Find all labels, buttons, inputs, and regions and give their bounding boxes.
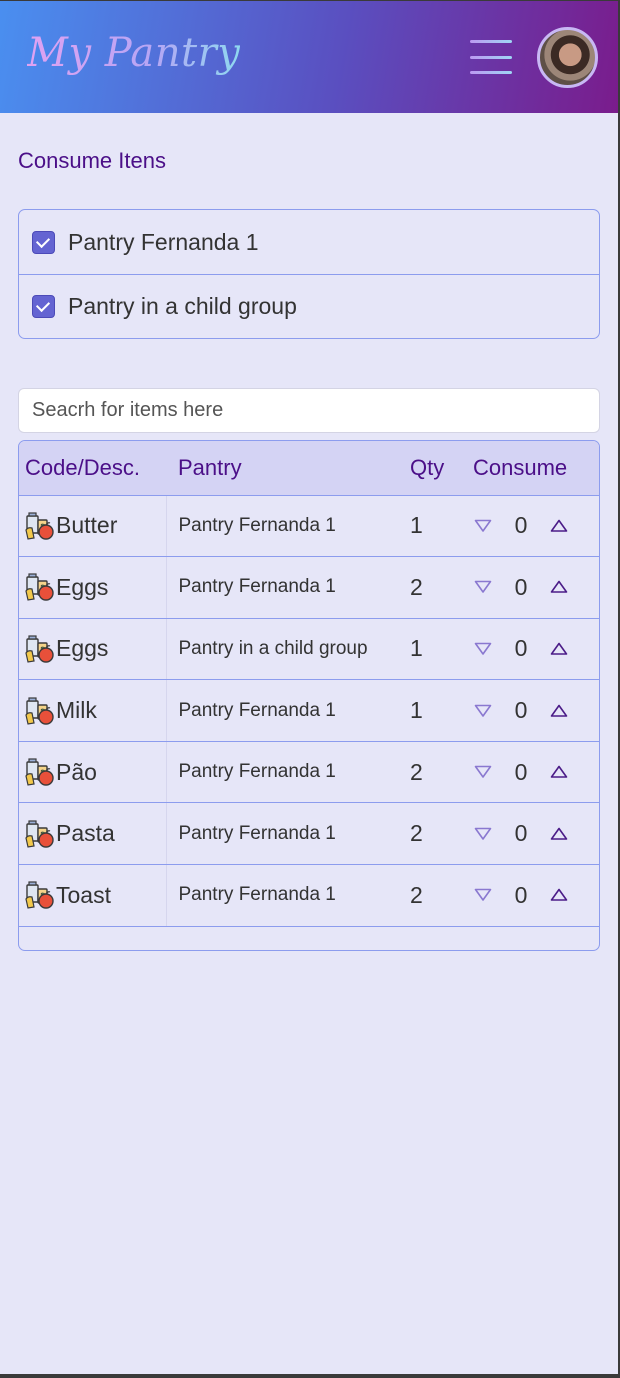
cell-code: Eggs [19,618,167,681]
grocery-icon [24,879,56,911]
consume-value: 0 [514,697,528,724]
cell-code: Eggs [19,556,167,619]
cell-qty: 1 [397,495,468,558]
increment-arrow-icon[interactable] [548,700,570,722]
page-title: Consume Itens [18,148,166,173]
column-header-consume: Consume [468,441,599,496]
cell-qty: 2 [397,802,468,866]
column-header-pantry: Pantry [166,441,397,496]
pantry-filter-item[interactable]: Pantry Fernanda 1 [19,210,599,274]
column-header-code: Code/Desc. [19,441,166,496]
hamburger-menu-icon[interactable] [470,40,512,74]
cell-pantry: Pantry Fernanda 1 [166,864,397,927]
pantry-filter-item[interactable]: Pantry in a child group [19,274,599,338]
consume-value: 0 [514,635,528,662]
item-name: Milk [56,697,97,724]
table-row: Butter Pantry Fernanda 1 1 0 [19,495,599,558]
cell-pantry: Pantry Fernanda 1 [166,679,397,742]
cell-qty: 1 [397,679,468,742]
pantry-checkbox[interactable] [32,295,55,318]
cell-consume: 0 [468,618,599,681]
decrement-arrow-icon[interactable] [472,515,494,537]
consume-value: 0 [514,881,528,908]
cell-consume: 0 [468,802,599,866]
decrement-arrow-icon[interactable] [472,638,494,660]
consume-value: 0 [514,820,528,847]
cell-code: Pão [19,741,167,804]
increment-arrow-icon[interactable] [548,638,570,660]
decrement-arrow-icon[interactable] [472,700,494,722]
cell-pantry: Pantry Fernanda 1 [166,556,397,619]
item-name: Pão [56,758,97,785]
item-name: Pasta [56,820,115,847]
app-logo[interactable]: My Pantry [27,30,240,76]
increment-arrow-icon[interactable] [548,515,570,537]
grocery-icon [24,818,56,850]
app-header: My Pantry [0,0,618,113]
cell-code: Butter [19,495,167,558]
table-row: Pão Pantry Fernanda 1 2 0 [19,741,599,804]
cell-consume: 0 [468,556,599,619]
cell-qty: 2 [397,864,468,927]
consume-value: 0 [514,573,528,600]
cell-qty: 1 [397,618,468,681]
cell-consume: 0 [468,864,599,927]
cell-qty: 2 [397,556,468,619]
consume-value: 0 [514,512,528,539]
cell-pantry: Pantry Fernanda 1 [166,495,397,558]
cell-consume: 0 [468,495,599,558]
cell-consume: 0 [468,679,599,742]
pantry-filter-label: Pantry Fernanda 1 [68,228,259,255]
column-header-qty: Qty [397,441,468,496]
decrement-arrow-icon[interactable] [472,761,494,783]
grocery-icon [24,571,56,603]
item-name: Eggs [56,635,109,662]
increment-arrow-icon[interactable] [548,884,570,906]
grocery-icon [24,756,56,788]
item-name: Eggs [56,573,109,600]
table-row: Pasta Pantry Fernanda 1 2 0 [19,802,599,866]
cell-code: Toast [19,864,167,927]
grocery-icon [24,695,56,727]
increment-arrow-icon[interactable] [548,761,570,783]
pantry-checkbox[interactable] [32,230,55,254]
cell-pantry: Pantry Fernanda 1 [166,802,397,866]
table-row: Eggs Pantry in a child group 1 0 [19,618,599,681]
table-header-row: Code/Desc. Pantry Qty Consume [19,441,599,496]
cell-pantry: Pantry in a child group [166,618,397,681]
cell-code: Milk [19,679,167,742]
table-row: Eggs Pantry Fernanda 1 2 0 [19,556,599,619]
consume-value: 0 [514,758,528,785]
item-name: Butter [56,512,118,539]
item-name: Toast [56,881,111,908]
decrement-arrow-icon[interactable] [472,884,494,906]
increment-arrow-icon[interactable] [548,576,570,598]
search-input[interactable] [18,388,600,433]
table-row: Milk Pantry Fernanda 1 1 0 [19,679,599,742]
cell-consume: 0 [468,741,599,804]
items-table: Code/Desc. Pantry Qty Consume Butter Pan… [18,440,600,951]
avatar[interactable] [537,27,598,88]
decrement-arrow-icon[interactable] [472,823,494,845]
pantry-filter-label: Pantry in a child group [68,293,297,319]
cell-qty: 2 [397,741,468,804]
cell-pantry: Pantry Fernanda 1 [166,741,397,804]
grocery-icon [24,510,56,542]
cell-code: Pasta [19,802,167,866]
grocery-icon [24,633,56,665]
table-row: Toast Pantry Fernanda 1 2 0 [19,864,599,927]
increment-arrow-icon[interactable] [548,823,570,845]
pantry-filter-list: Pantry Fernanda 1 Pantry in a child grou… [18,209,600,339]
decrement-arrow-icon[interactable] [472,576,494,598]
